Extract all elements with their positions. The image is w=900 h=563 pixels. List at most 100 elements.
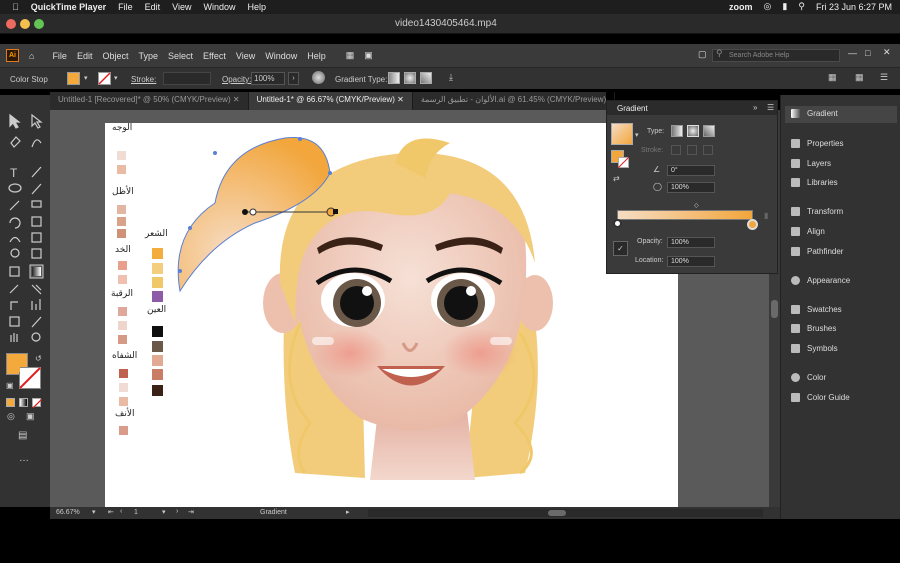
ai-menu-select[interactable]: Select xyxy=(168,51,193,61)
radial-gradient-icon[interactable] xyxy=(404,72,416,84)
delete-stop-icon[interactable]: ▮ xyxy=(764,211,768,220)
freeform-gradient-icon[interactable] xyxy=(420,72,432,84)
ai-menu-effect[interactable]: Effect xyxy=(203,51,226,61)
swap-colors-icon[interactable]: ↺ xyxy=(35,354,42,363)
fill-swatch[interactable] xyxy=(67,72,80,85)
ai-menu-object[interactable]: Object xyxy=(102,51,128,61)
panel-linear-icon[interactable] xyxy=(671,125,683,137)
align-icon[interactable]: ▦ xyxy=(828,72,837,83)
color-mode-icon[interactable] xyxy=(6,398,15,407)
dock-gradient[interactable]: Gradient xyxy=(791,109,838,118)
search-icon[interactable]: ⚲ xyxy=(798,1,805,12)
angle-field[interactable]: 0° xyxy=(667,165,715,176)
dock-transform[interactable]: Transform xyxy=(791,207,843,216)
next-artboard-icon[interactable]: › xyxy=(176,508,178,515)
reverse-gradient-icon[interactable]: ⇄ xyxy=(613,174,620,183)
ai-menu-type[interactable]: Type xyxy=(138,51,158,61)
tab-colors-file[interactable]: الألوان - تطبيق الرسمة.ai @ 61.45% (CMYK… xyxy=(413,92,616,110)
zoom-level[interactable]: 66.67% xyxy=(56,509,80,516)
collapse-panel-icon[interactable]: » xyxy=(753,103,757,112)
stroke-swatch[interactable] xyxy=(98,72,111,85)
first-artboard-icon[interactable]: ⇤ xyxy=(108,508,114,516)
tab-untitled-active[interactable]: Untitled-1* @ 66.67% (CMYK/Preview) ✕ xyxy=(248,92,413,110)
dock-brushes[interactable]: Brushes xyxy=(791,324,836,333)
minimize-window-icon[interactable] xyxy=(20,19,30,29)
gradient-stroke-swatch[interactable] xyxy=(618,157,629,168)
help-search-input[interactable]: Search Adobe Help xyxy=(712,49,840,62)
app-name[interactable]: QuickTime Player xyxy=(31,2,106,12)
fill-dropdown-icon[interactable]: ▾ xyxy=(84,74,88,82)
draw-mode-icon[interactable]: ◎ xyxy=(7,411,15,422)
apple-icon[interactable]:  xyxy=(12,2,19,12)
gradient-slider[interactable] xyxy=(617,210,753,220)
menu-edit[interactable]: Edit xyxy=(145,2,161,12)
stroke-across-icon[interactable] xyxy=(703,145,713,155)
panel-radial-icon[interactable] xyxy=(687,125,699,137)
ai-menu-view[interactable]: View xyxy=(236,51,255,61)
home-icon[interactable]: ⌂ xyxy=(29,51,34,61)
menu-help[interactable]: Help xyxy=(248,2,267,12)
gradient-preview-swatch[interactable] xyxy=(611,123,633,145)
aspect-ratio-field[interactable]: 100% xyxy=(667,182,715,193)
stroke-label[interactable]: Stroke: xyxy=(131,75,156,84)
dock-layers[interactable]: Layers xyxy=(791,159,831,168)
battery-icon[interactable]: ▮ xyxy=(782,1,787,12)
character-illustration[interactable] xyxy=(105,123,678,507)
ai-maximize-icon[interactable]: □ xyxy=(865,48,870,58)
dock-color[interactable]: Color xyxy=(791,373,826,382)
ai-menu-help[interactable]: Help xyxy=(307,51,326,61)
opacity-field[interactable]: 100% xyxy=(251,72,285,85)
eyedropper-icon[interactable]: ✓ xyxy=(613,241,628,256)
dock-pathfinder[interactable]: Pathfinder xyxy=(791,247,843,256)
recolor-icon[interactable] xyxy=(312,71,325,84)
zoom-status[interactable]: zoom xyxy=(729,2,753,12)
artboard-icon[interactable]: ▦ xyxy=(855,72,864,83)
stroke-within-icon[interactable] xyxy=(671,145,681,155)
opacity-label[interactable]: Opacity: xyxy=(222,75,251,84)
panel-toggle-icon[interactable]: ▢ xyxy=(698,49,707,60)
artboard-dropdown-icon[interactable]: ▾ xyxy=(162,508,166,516)
gradient-mode-icon[interactable] xyxy=(19,398,28,407)
arrange-docs-icon[interactable]: ▣ xyxy=(364,50,373,61)
scroll-thumb[interactable] xyxy=(771,300,778,318)
ai-close-icon[interactable]: ✕ xyxy=(883,47,891,58)
gradient-preset-dropdown-icon[interactable]: ▾ xyxy=(635,131,639,139)
close-window-icon[interactable] xyxy=(6,19,16,29)
last-artboard-icon[interactable]: ⇥ xyxy=(188,508,194,516)
stop-opacity-field[interactable]: 100% xyxy=(667,237,715,248)
dock-swatches[interactable]: Swatches xyxy=(791,305,842,314)
transform-icon[interactable]: ⤓ xyxy=(449,72,453,83)
wifi-icon[interactable]: ◎ xyxy=(764,1,772,12)
h-scroll-thumb[interactable] xyxy=(548,510,566,516)
ai-menu-window[interactable]: Window xyxy=(265,51,297,61)
artboard[interactable]: الوجه الأظل الخد الرقبة الشفاه الأنف الش… xyxy=(105,123,678,507)
stroke-weight-field[interactable] xyxy=(163,72,211,85)
start-color-stop[interactable] xyxy=(613,219,622,228)
opacity-arrow-icon[interactable]: › xyxy=(288,72,299,85)
artboard-number[interactable]: 1 xyxy=(134,509,138,516)
panel-menu-icon[interactable]: ☰ xyxy=(767,103,774,112)
horizontal-scrollbar[interactable] xyxy=(368,509,763,517)
end-color-stop[interactable] xyxy=(747,219,758,230)
default-colors-icon[interactable]: ▣ xyxy=(6,381,14,390)
ai-minimize-icon[interactable]: — xyxy=(848,48,857,58)
edit-toolbar-icon[interactable]: … xyxy=(19,453,29,464)
none-mode-icon[interactable] xyxy=(32,398,42,408)
zoom-dropdown-icon[interactable]: ▾ xyxy=(92,508,96,516)
dock-properties[interactable]: Properties xyxy=(791,139,843,148)
dock-appearance[interactable]: Appearance xyxy=(791,276,850,285)
workspace-switcher-icon[interactable]: ▦ xyxy=(346,50,355,61)
fullscreen-window-icon[interactable] xyxy=(34,19,44,29)
screen-mode-icon[interactable]: ▤ xyxy=(18,430,27,441)
menu-window[interactable]: Window xyxy=(204,2,236,12)
stroke-along-icon[interactable] xyxy=(687,145,697,155)
status-menu-icon[interactable]: ▸ xyxy=(346,508,350,516)
stop-location-field[interactable]: 100% xyxy=(667,256,715,267)
linear-gradient-icon[interactable] xyxy=(388,72,400,84)
more-options-icon[interactable]: ☰ xyxy=(880,72,888,83)
menu-view[interactable]: View xyxy=(172,2,191,12)
prev-artboard-icon[interactable]: ‹ xyxy=(120,508,122,515)
menu-file[interactable]: File xyxy=(118,2,133,12)
panel-freeform-icon[interactable] xyxy=(703,125,715,137)
midpoint-diamond-icon[interactable]: ◇ xyxy=(694,202,699,209)
